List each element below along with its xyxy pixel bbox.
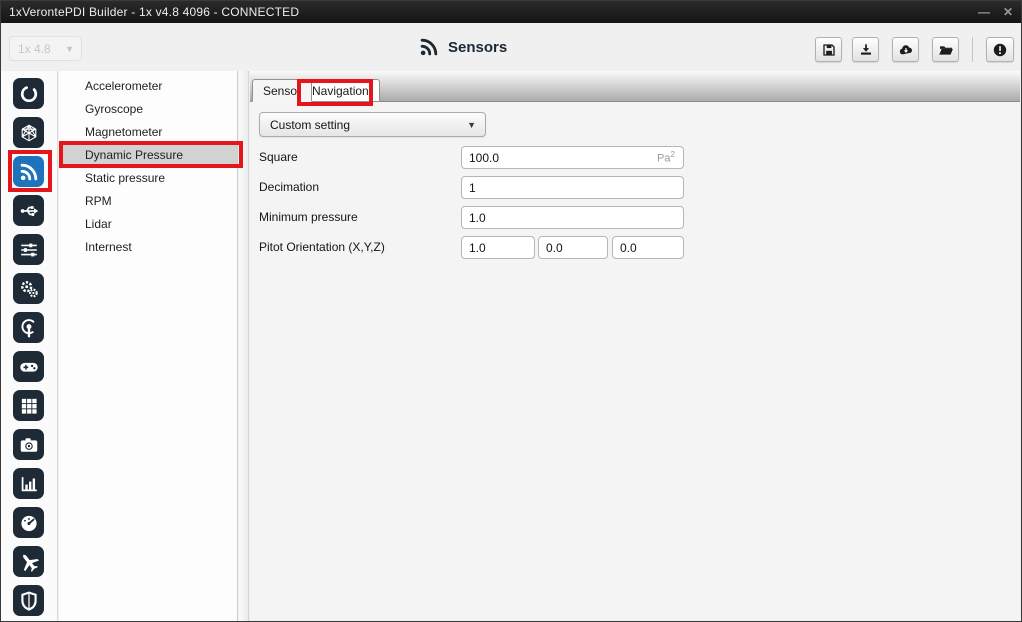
- sidebar-item-gauge[interactable]: [13, 507, 44, 538]
- gauge-icon: [18, 512, 40, 534]
- mesh-platform-icon: [18, 122, 40, 144]
- cloud-download-icon: [897, 42, 915, 58]
- window-title: 1xVerontePDI Builder - 1x v4.8 4096 - CO…: [1, 5, 299, 19]
- square-input[interactable]: [461, 146, 684, 169]
- list-item-static-pressure[interactable]: Static pressure: [59, 167, 237, 190]
- setting-dropdown[interactable]: Custom setting ▼: [259, 112, 486, 137]
- sidebar-item-gamepad[interactable]: [13, 351, 44, 382]
- device-version-dropdown[interactable]: 1x 4.8 ▼: [9, 36, 82, 61]
- grid-icon: [18, 395, 40, 417]
- tab-sensor[interactable]: Sensor: [252, 79, 312, 102]
- toolbar-separator: [972, 37, 973, 62]
- sidebar-item-flight[interactable]: [13, 546, 44, 577]
- title-bar: 1xVerontePDI Builder - 1x v4.8 4096 - CO…: [1, 1, 1021, 23]
- pitot-y-input[interactable]: [538, 236, 608, 259]
- sensors-rss-icon: [418, 36, 440, 58]
- square-label: Square: [259, 146, 298, 169]
- plane-icon: [18, 551, 40, 573]
- cloud-download-button[interactable]: [892, 37, 919, 62]
- tab-navigation[interactable]: Navigation: [301, 79, 380, 102]
- list-item-accelerometer[interactable]: Accelerometer: [59, 75, 237, 98]
- gears-icon: [18, 278, 40, 300]
- sidebar-item-settings-sliders[interactable]: [13, 234, 44, 265]
- sensors-rss-icon: [18, 161, 40, 183]
- sidebar-item-dial[interactable]: [13, 78, 44, 109]
- list-item-magnetometer[interactable]: Magnetometer: [59, 121, 237, 144]
- open-folder-icon: [937, 42, 955, 58]
- camera-icon: [18, 434, 40, 456]
- sidebar-item-safety[interactable]: [13, 585, 44, 616]
- decimation-label: Decimation: [259, 176, 319, 199]
- podcast-icon: [18, 317, 40, 339]
- sidebar-item-usb[interactable]: [13, 195, 44, 226]
- device-version-value: 1x 4.8: [18, 42, 51, 56]
- gamepad-icon: [18, 356, 40, 378]
- list-scrollbar[interactable]: [239, 71, 249, 621]
- window-controls: — ✕: [978, 1, 1013, 23]
- minimum-pressure-input[interactable]: [461, 206, 684, 229]
- sidebar-item-telemetry[interactable]: [13, 468, 44, 499]
- pitot-orientation-label: Pitot Orientation (X,Y,Z): [259, 236, 385, 259]
- page-header: Sensors: [418, 23, 507, 71]
- sidebar-item-broadcast[interactable]: [13, 312, 44, 343]
- pitot-z-input[interactable]: [612, 236, 684, 259]
- sensor-list: Accelerometer Gyroscope Magnetometer Dyn…: [59, 71, 238, 621]
- list-item-dynamic-pressure[interactable]: Dynamic Pressure: [59, 144, 237, 167]
- list-item-lidar[interactable]: Lidar: [59, 213, 237, 236]
- sidebar-item-platform[interactable]: [13, 117, 44, 148]
- pitot-x-input[interactable]: [461, 236, 535, 259]
- setting-dropdown-value: Custom setting: [270, 118, 350, 132]
- page-title: Sensors: [448, 39, 507, 56]
- list-item-internest[interactable]: Internest: [59, 236, 237, 259]
- decimation-input[interactable]: [461, 176, 684, 199]
- sidebar-item-sensors[interactable]: [13, 156, 44, 187]
- minimum-pressure-label: Minimum pressure: [259, 206, 358, 229]
- chevron-down-icon: ▼: [65, 44, 74, 54]
- minimize-button[interactable]: —: [978, 1, 990, 23]
- sliders-icon: [18, 239, 40, 261]
- shield-icon: [18, 590, 40, 612]
- sidebar-item-grid[interactable]: [13, 390, 44, 421]
- bar-chart-icon: [18, 473, 40, 495]
- save-button[interactable]: [815, 37, 842, 62]
- download-button[interactable]: [852, 37, 879, 62]
- list-item-gyroscope[interactable]: Gyroscope: [59, 98, 237, 121]
- dial-icon: [18, 83, 40, 105]
- toolbar: 1x 4.8 ▼ Sensors: [1, 23, 1021, 71]
- sensor-settings-panel: Custom setting ▼ Square Pa2 Decimation M…: [250, 102, 1020, 620]
- chevron-down-icon: ▼: [467, 120, 476, 130]
- app-window: 1xVerontePDI Builder - 1x v4.8 4096 - CO…: [0, 0, 1022, 622]
- list-item-rpm[interactable]: RPM: [59, 190, 237, 213]
- tab-bar: Sensor Navigation: [250, 71, 1020, 102]
- info-icon: [992, 42, 1008, 58]
- close-button[interactable]: ✕: [1003, 1, 1013, 23]
- module-sidebar: [1, 71, 58, 621]
- sidebar-item-camera[interactable]: [13, 429, 44, 460]
- floppy-icon: [821, 42, 837, 58]
- sidebar-item-gears[interactable]: [13, 273, 44, 304]
- info-button[interactable]: [986, 37, 1014, 62]
- usb-icon: [18, 200, 40, 222]
- open-folder-button[interactable]: [932, 37, 959, 62]
- content-area: Sensor Navigation Custom setting ▼ Squar…: [250, 71, 1020, 620]
- download-icon: [858, 42, 874, 58]
